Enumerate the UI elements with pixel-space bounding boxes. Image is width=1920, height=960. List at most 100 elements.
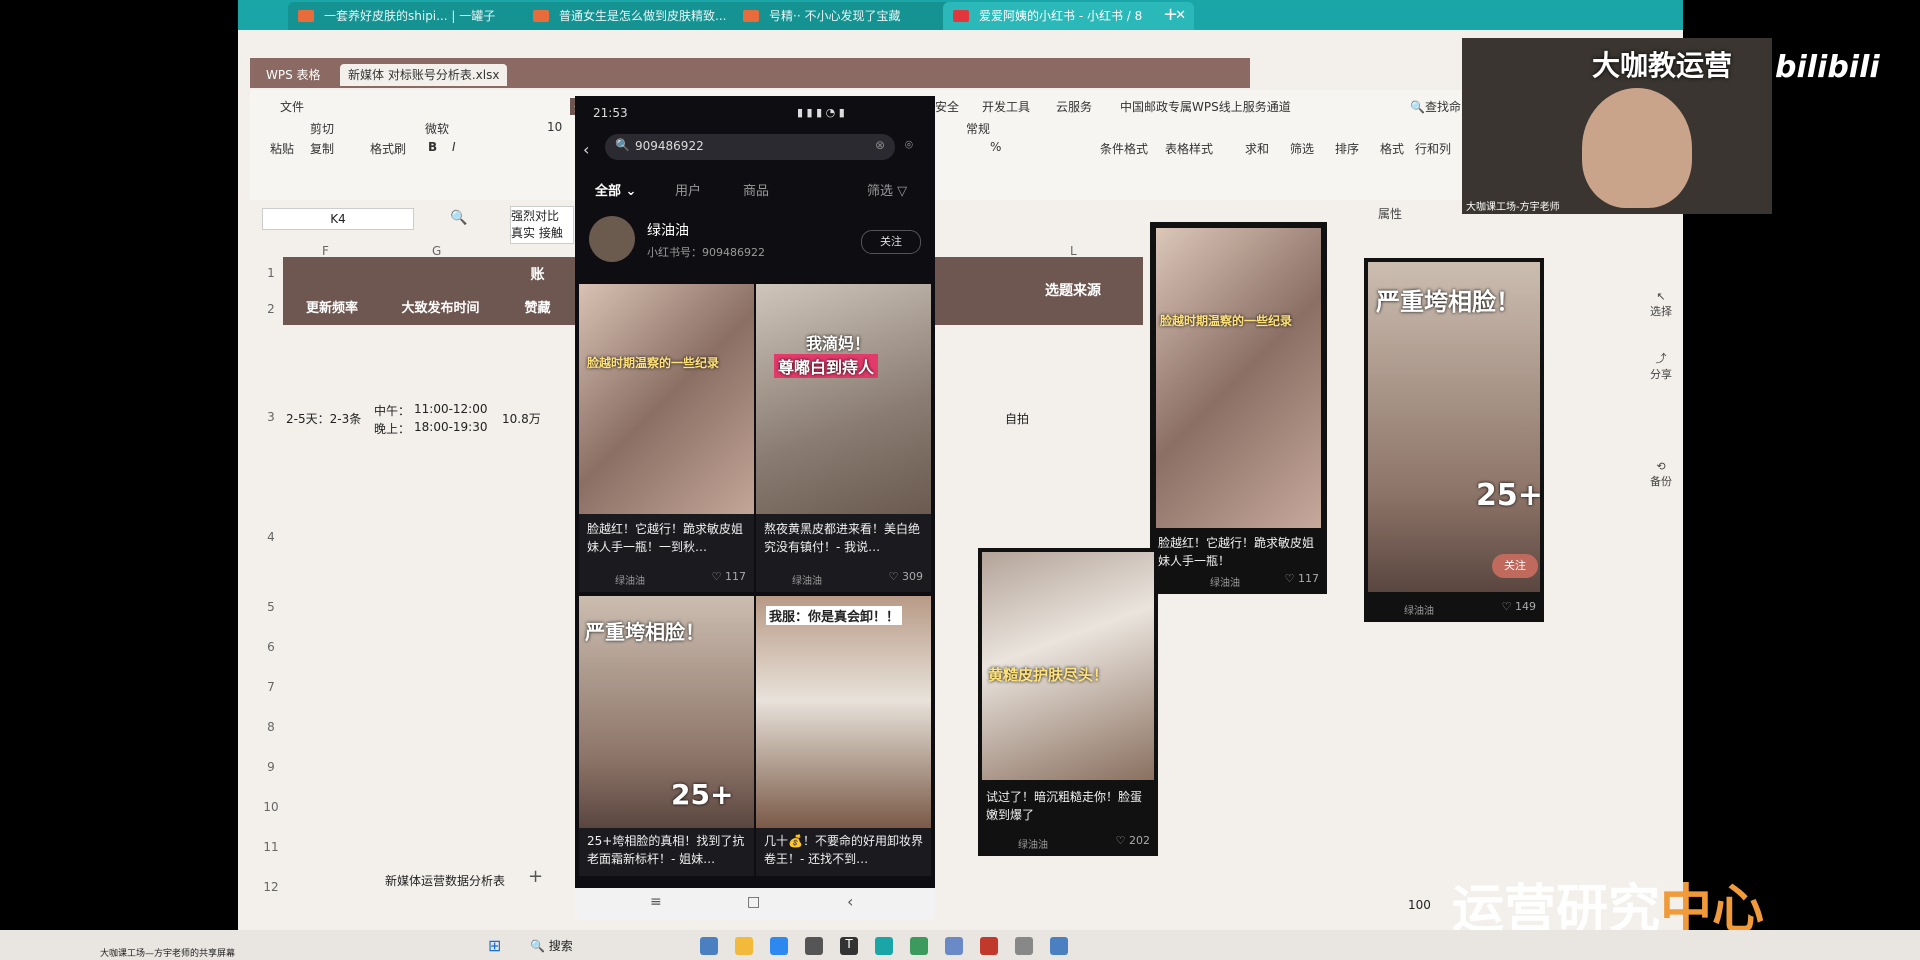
- browser-tab[interactable]: 一套养好皮肤的shipi... | 一罐子✕: [288, 2, 554, 30]
- cell-time-value[interactable]: 18:00-19:30: [414, 420, 488, 434]
- new-tab-button[interactable]: +: [1163, 4, 1178, 25]
- italic-button[interactable]: I: [452, 140, 456, 154]
- formula-input[interactable]: 强烈对比 真实 接触: [510, 206, 574, 244]
- camera-icon[interactable]: ⌾: [905, 138, 913, 153]
- row-header[interactable]: 9: [262, 760, 280, 774]
- app-icon[interactable]: [980, 937, 998, 955]
- menu-cloud[interactable]: 云服务: [1056, 98, 1092, 115]
- app-icon[interactable]: [875, 937, 893, 955]
- browser-tab[interactable]: 普通女生是怎么做到皮肤精致...✕: [523, 2, 764, 30]
- add-sheet-icon[interactable]: +: [528, 866, 543, 887]
- cell-topic[interactable]: 自拍: [1005, 410, 1029, 427]
- number-format-select[interactable]: 常规: [966, 120, 990, 137]
- sidebar-share[interactable]: ⤴ 分享: [1650, 350, 1672, 382]
- note-author[interactable]: 绿油油: [792, 572, 822, 587]
- like-count[interactable]: ♡ 202: [1116, 834, 1150, 847]
- zoom-icon[interactable]: 🔍: [450, 210, 467, 226]
- row-header[interactable]: 11: [262, 840, 280, 854]
- app-icon[interactable]: [910, 937, 928, 955]
- search-bar[interactable]: 🔍 909486922 ⊗: [605, 134, 895, 160]
- conditional-format-button[interactable]: 条件格式: [1100, 140, 1148, 157]
- percent-button[interactable]: %: [990, 140, 1001, 154]
- sidebar-backup[interactable]: ⟲ 备份: [1650, 460, 1672, 489]
- menu-nav-icon[interactable]: ≡: [650, 894, 662, 910]
- font-select[interactable]: 微软: [425, 120, 449, 137]
- row-header[interactable]: 6: [262, 640, 280, 654]
- edge-icon[interactable]: [770, 937, 788, 955]
- menu-postal[interactable]: 中国邮政专属WPS线上服务通道: [1120, 98, 1291, 115]
- folder-icon[interactable]: [735, 937, 753, 955]
- note-author[interactable]: 绿油油: [1404, 602, 1434, 617]
- taskbar-search[interactable]: 🔍 搜索: [530, 937, 573, 954]
- row-header[interactable]: 3: [262, 410, 280, 424]
- windows-start-icon[interactable]: ⊞: [488, 936, 501, 955]
- column-header[interactable]: L: [1070, 244, 1077, 258]
- app-icon[interactable]: [1015, 937, 1033, 955]
- clear-icon[interactable]: ⊗: [875, 138, 885, 152]
- note-author[interactable]: 绿油油: [1018, 836, 1048, 851]
- app-tab[interactable]: WPS 表格: [258, 64, 329, 86]
- font-size-select[interactable]: 10: [547, 120, 562, 134]
- menu-dev-tools[interactable]: 开发工具: [982, 98, 1030, 115]
- browser-tab[interactable]: 号精·· 不小心发现了宝藏✕: [733, 2, 974, 30]
- row-header[interactable]: 12: [262, 880, 280, 894]
- menu-security[interactable]: 安全: [935, 98, 959, 115]
- table-style-button[interactable]: 表格样式: [1165, 140, 1213, 157]
- note-card[interactable]: 我滴妈！ 尊嘟白到痔人 熬夜黄黑皮都进来看！美白绝究没有镇付！- 我说… 绿油油…: [756, 284, 931, 592]
- name-box[interactable]: K4: [262, 208, 414, 230]
- like-count[interactable]: ♡ 309: [889, 570, 923, 583]
- row-header[interactable]: 7: [262, 680, 280, 694]
- format-painter-button[interactable]: 格式刷: [370, 140, 406, 157]
- sidebar-select[interactable]: ↖ 选择: [1650, 290, 1672, 319]
- note-author[interactable]: 绿油油: [1210, 574, 1240, 589]
- filter-button[interactable]: 筛选: [1290, 140, 1314, 157]
- paste-button[interactable]: 粘贴: [270, 140, 294, 157]
- row-header[interactable]: 2: [262, 302, 280, 316]
- app-icon[interactable]: [700, 937, 718, 955]
- like-count[interactable]: ♡ 149: [1502, 600, 1536, 613]
- row-header[interactable]: 5: [262, 600, 280, 614]
- follow-button[interactable]: 关注: [861, 230, 921, 254]
- filter-all[interactable]: 全部 ⌄: [595, 180, 636, 199]
- back-icon[interactable]: ‹: [583, 140, 589, 159]
- floating-note-card[interactable]: 严重垮相脸！ 25+ 关注 绿油油 ♡ 149: [1364, 258, 1544, 622]
- filter-options[interactable]: 筛选 ▽: [867, 180, 907, 199]
- follow-button[interactable]: 关注: [1492, 554, 1538, 578]
- cell-time-value[interactable]: 11:00-12:00: [414, 402, 488, 416]
- row-header[interactable]: 4: [262, 530, 280, 544]
- browser-tab-active[interactable]: 爱爱阿姨的小红书 - 小红书 / 8 ✕: [943, 2, 1194, 30]
- note-author[interactable]: 绿油油: [615, 572, 645, 587]
- text-app-icon[interactable]: T: [840, 937, 858, 955]
- floating-note-card[interactable]: 黄糙皮护肤尽头！ 试过了！暗沉粗糙走你！脸蛋嫩到爆了 绿油油 ♡ 202: [978, 548, 1158, 856]
- menu-file[interactable]: 文件: [280, 98, 304, 115]
- cell-likes[interactable]: 10.8万: [502, 410, 541, 427]
- avatar[interactable]: [589, 216, 635, 262]
- note-card[interactable]: 脸越时期温察的一些纪录 脸越红！它越行！跪求敏皮姐妹人手一瓶！一到秋… 绿油油 …: [579, 284, 754, 592]
- note-card[interactable]: 严重垮相脸！ 25+ 25+垮相脸的真相！找到了抗老面霜新标杆！- 姐妹…: [579, 596, 754, 876]
- sheet-tab[interactable]: 新媒体运营数据分析表: [385, 872, 505, 889]
- column-header[interactable]: G: [432, 244, 441, 258]
- column-header[interactable]: F: [322, 244, 329, 258]
- app-icon[interactable]: [1050, 937, 1068, 955]
- app-icon[interactable]: [945, 937, 963, 955]
- filter-users[interactable]: 用户: [675, 180, 701, 199]
- row-header[interactable]: 1: [262, 266, 280, 280]
- account-name[interactable]: 绿油油: [647, 220, 689, 240]
- cell-update-frequency[interactable]: 2-5天：2-3条: [286, 410, 361, 427]
- format-button[interactable]: 格式: [1380, 140, 1404, 157]
- row-col-button[interactable]: 行和列: [1415, 140, 1451, 157]
- app-icon[interactable]: [805, 937, 823, 955]
- cut-button[interactable]: 剪切: [310, 120, 334, 137]
- bold-button[interactable]: B: [428, 140, 437, 154]
- filter-products[interactable]: 商品: [743, 180, 769, 199]
- search-command[interactable]: 🔍查找命: [1410, 98, 1461, 115]
- copy-button[interactable]: 复制: [310, 140, 334, 157]
- floating-note-card[interactable]: 脸越时期温察的一些纪录 脸越红！它越行！跪求敏皮姐妹人手一瓶！ 绿油油 ♡ 11…: [1150, 222, 1327, 594]
- home-nav-icon[interactable]: □: [747, 894, 760, 910]
- sort-button[interactable]: 排序: [1335, 140, 1359, 157]
- note-card[interactable]: 我服：你是真会卸！！ 几十💰！不要命的好用卸妆界卷王！- 还找不到…: [756, 596, 931, 876]
- back-nav-icon[interactable]: ‹: [847, 892, 853, 911]
- row-header[interactable]: 10: [262, 800, 280, 814]
- row-header[interactable]: 8: [262, 720, 280, 734]
- like-count[interactable]: ♡ 117: [712, 570, 746, 583]
